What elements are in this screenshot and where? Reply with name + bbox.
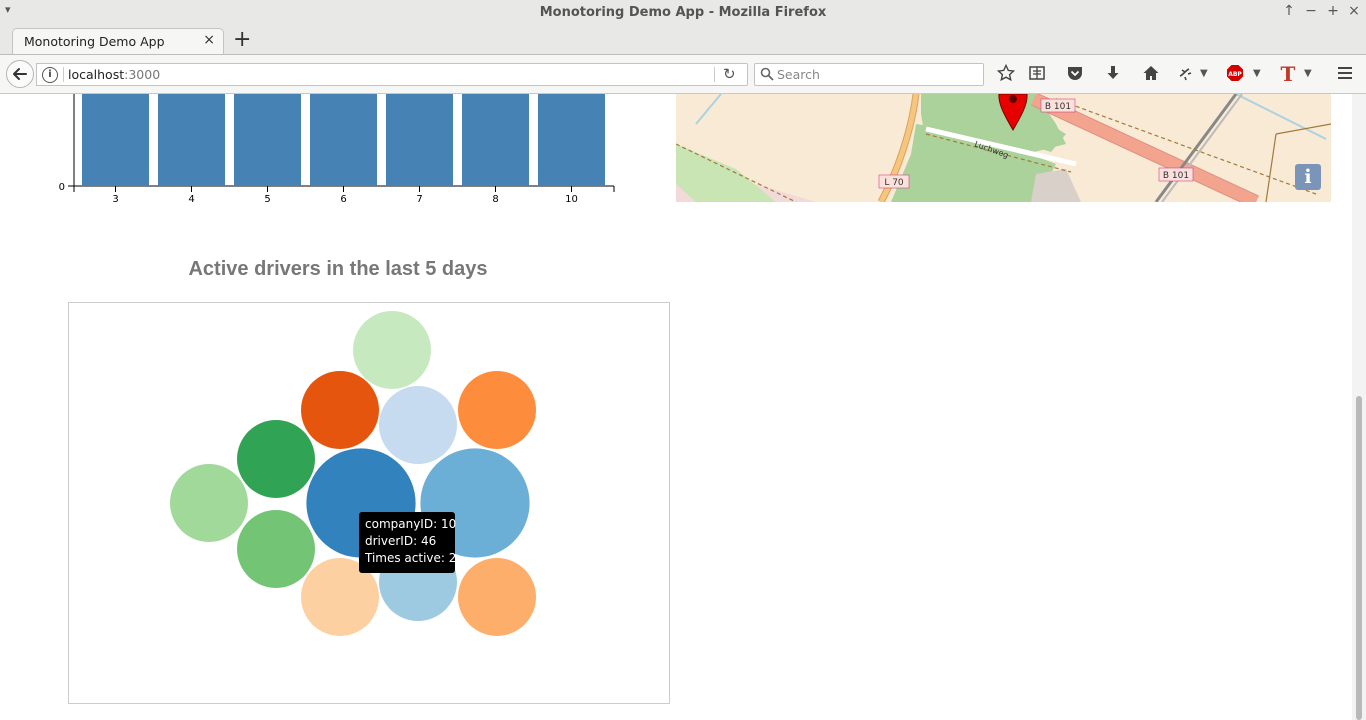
extension-icon[interactable] xyxy=(1176,64,1196,84)
search-input[interactable] xyxy=(777,66,977,83)
map-tiles: B 101 B 101 L 70 Luchweg xyxy=(676,94,1331,202)
tooltip-company-id: companyID: 10 xyxy=(365,517,457,531)
tab-label: Monotoring Demo App xyxy=(24,34,165,49)
bubble-chart-title: Active drivers in the last 5 days xyxy=(188,258,488,280)
x-tick-label: 7 xyxy=(416,194,422,205)
bar-chart: 0 3 4 5 6 7 8 10 xyxy=(59,94,615,205)
back-button[interactable] xyxy=(6,60,34,88)
bar xyxy=(310,94,377,186)
bar xyxy=(82,94,149,186)
reading-list-icon[interactable] xyxy=(1027,64,1047,84)
reload-icon[interactable]: ↻ xyxy=(723,65,736,83)
window-title: Monotoring Demo App - Mozilla Firefox xyxy=(539,5,827,20)
page-scrollbar[interactable] xyxy=(1352,94,1366,720)
download-icon[interactable] xyxy=(1103,64,1123,84)
bubble[interactable] xyxy=(170,464,248,542)
new-tab-button[interactable]: + xyxy=(233,27,251,52)
map-label-b101-1: B 101 xyxy=(1045,102,1071,112)
pocket-icon[interactable] xyxy=(1065,64,1085,84)
page-content: 0 3 4 5 6 7 8 10 B 101 B 101 L 70 Luchwe… xyxy=(0,94,1366,720)
navigation-toolbar: i localhost:3000 ↻ ▼ ABP ▼ T ▼ xyxy=(0,55,1366,94)
x-tick-label: 10 xyxy=(565,194,578,205)
tooltip-times-active: Times active: 2 xyxy=(365,551,457,565)
extension-dropdown-icon[interactable]: ▼ xyxy=(1200,64,1208,84)
bubble[interactable] xyxy=(237,510,315,588)
bar xyxy=(538,94,605,186)
bubble-chart-frame xyxy=(68,302,670,704)
url-separator xyxy=(63,67,64,82)
search-icon xyxy=(760,67,774,81)
tooltip-driver-id: driverID: 46 xyxy=(365,534,437,548)
tab-close-icon[interactable]: × xyxy=(203,32,215,48)
x-tick-label: 6 xyxy=(340,194,346,205)
window-titlebar: ▾ Monotoring Demo App - Mozilla Firefox … xyxy=(0,0,1366,26)
bar xyxy=(462,94,529,186)
x-tick-label: 4 xyxy=(188,194,194,205)
back-arrow-icon xyxy=(13,68,27,80)
x-tick-label: 5 xyxy=(264,194,270,205)
home-icon[interactable] xyxy=(1141,64,1161,84)
window-minimize-icon[interactable]: − xyxy=(1302,3,1320,19)
bar xyxy=(234,94,301,186)
adblock-plus-icon[interactable]: ABP xyxy=(1225,64,1245,84)
svg-text:ABP: ABP xyxy=(1228,71,1242,78)
tab-strip: Monotoring Demo App × + xyxy=(0,26,1366,55)
bubble[interactable] xyxy=(237,420,315,498)
y-tick-label: 0 xyxy=(59,182,65,193)
bubble[interactable] xyxy=(353,311,431,389)
page-scrollbar-thumb[interactable] xyxy=(1356,396,1362,720)
bubble[interactable] xyxy=(458,371,536,449)
map-info-button[interactable]: i xyxy=(1295,164,1321,190)
url-bar[interactable]: i localhost:3000 ↻ xyxy=(36,63,748,86)
bubble-chart xyxy=(170,311,536,636)
map-view[interactable]: B 101 B 101 L 70 Luchweg i xyxy=(676,94,1331,202)
url-separator-right xyxy=(714,67,715,82)
bookmark-star-icon[interactable] xyxy=(996,64,1016,84)
t-extension-dropdown-icon[interactable]: ▼ xyxy=(1304,64,1312,84)
x-tick-label: 3 xyxy=(112,194,118,205)
bubble[interactable] xyxy=(458,558,536,636)
window-maximize-up-icon[interactable]: ↑ xyxy=(1280,3,1298,19)
tab-monotoring-demo-app[interactable]: Monotoring Demo App × xyxy=(12,28,224,54)
url-text[interactable]: localhost:3000 xyxy=(68,67,160,82)
url-host: localhost xyxy=(68,67,125,82)
url-port: :3000 xyxy=(124,67,161,82)
window-close-icon[interactable]: × xyxy=(1345,3,1363,19)
x-tick-label: 8 xyxy=(492,194,498,205)
t-extension-icon[interactable]: T xyxy=(1278,64,1298,84)
bubble-tooltip: companyID: 10 driverID: 46 Times active:… xyxy=(359,512,457,573)
hamburger-menu-icon[interactable] xyxy=(1335,64,1355,84)
map-label-b101-2: B 101 xyxy=(1163,171,1189,181)
bubble[interactable] xyxy=(301,371,379,449)
bubble[interactable] xyxy=(379,386,457,464)
adblock-dropdown-icon[interactable]: ▼ xyxy=(1253,64,1261,84)
search-bar[interactable] xyxy=(754,63,984,86)
window-maximize-icon[interactable]: + xyxy=(1324,3,1342,19)
map-label-l70: L 70 xyxy=(884,178,904,188)
site-info-icon[interactable]: i xyxy=(42,67,58,83)
bar xyxy=(158,94,225,186)
bar xyxy=(386,94,453,186)
